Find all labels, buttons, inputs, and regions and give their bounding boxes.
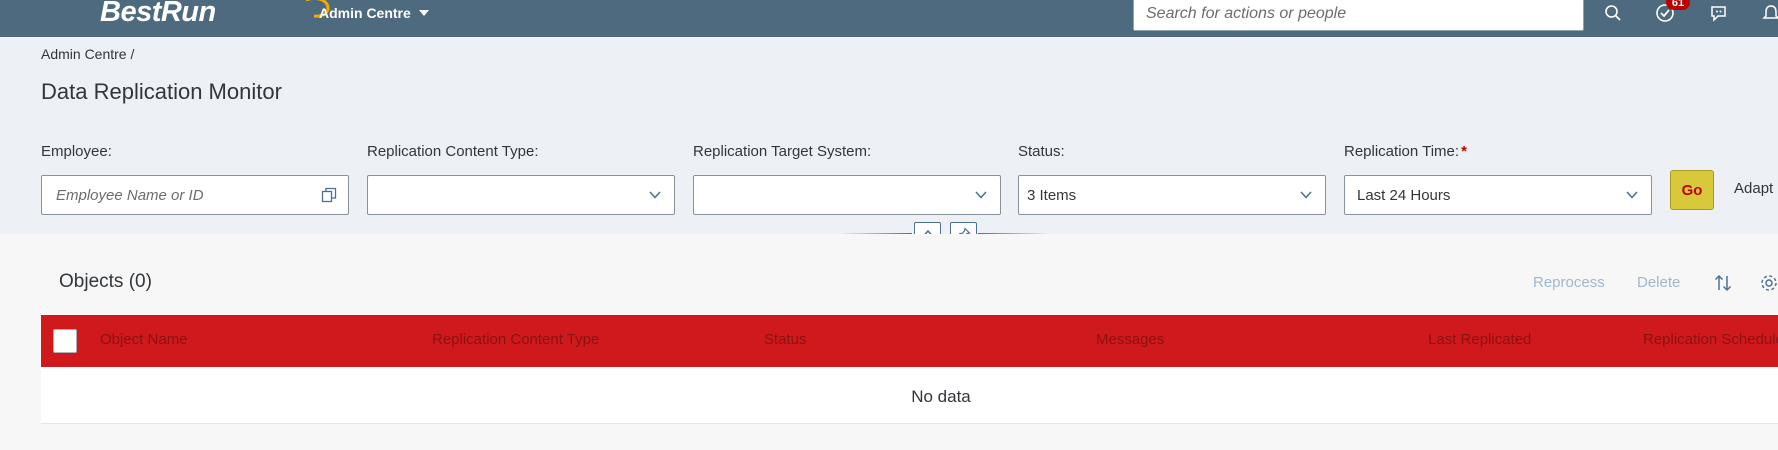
filter-employee: Employee: — [41, 143, 349, 215]
replication-time-label-text: Replication Time: — [1344, 143, 1460, 160]
go-button[interactable]: Go — [1670, 170, 1714, 210]
search-icon — [1605, 5, 1621, 21]
value-help-icon[interactable] — [320, 186, 338, 204]
search-button[interactable] — [1598, 0, 1628, 26]
employee-input[interactable] — [56, 186, 320, 204]
status-value: 3 Items — [1027, 186, 1077, 204]
feedback-button[interactable] — [1704, 0, 1734, 26]
table-title: Objects (0) — [59, 271, 152, 292]
sort-button[interactable] — [1710, 271, 1736, 295]
breadcrumb-separator: / — [130, 46, 135, 62]
table-empty-row: No data — [41, 367, 1778, 424]
filter-status: Status: 3 Items — [1018, 143, 1326, 215]
chevron-down-icon — [972, 186, 990, 204]
logo-swoosh — [306, 0, 330, 18]
shell-menu-label: Admin Centre — [319, 5, 411, 21]
chevron-down-icon — [1623, 186, 1641, 204]
filter-content-type-label: Replication Content Type: — [367, 143, 539, 160]
status-multiselect[interactable]: 3 Items — [1018, 175, 1326, 215]
filter-employee-label: Employee: — [41, 143, 112, 160]
gear-icon — [1761, 275, 1777, 291]
page-title: Data Replication Monitor — [41, 79, 282, 104]
shell-search-input[interactable] — [1146, 5, 1571, 23]
brand-name: BestRun — [100, 0, 216, 28]
replication-time-select[interactable]: Last 24 Hours — [1344, 175, 1652, 215]
column-header-replication-schedule[interactable]: Replication Schedule — [1643, 331, 1778, 348]
filter-status-label: Status: — [1018, 143, 1065, 160]
filter-target-system: Replication Target System: — [693, 143, 1001, 215]
column-header-object-name[interactable]: Object Name — [100, 331, 188, 348]
content-type-select[interactable] — [367, 175, 675, 215]
filter-content-type: Replication Content Type: — [367, 143, 675, 215]
notification-badge: 61 — [1666, 0, 1690, 10]
notifications-button[interactable] — [1756, 0, 1778, 26]
caret-down-icon — [418, 10, 429, 16]
shell-bar: BestRun Admin Centre 61 — [0, 0, 1778, 37]
filter-replication-time: Replication Time: * Last 24 Hours — [1344, 143, 1652, 215]
column-header-messages[interactable]: Messages — [1096, 331, 1164, 348]
shell-menu-button[interactable]: Admin Centre — [319, 3, 429, 23]
table-header: Object Name Replication Content Type Sta… — [41, 315, 1778, 367]
filter-target-system-label: Replication Target System: — [693, 143, 872, 160]
column-header-content-type[interactable]: Replication Content Type — [432, 331, 599, 348]
bell-icon — [1762, 5, 1778, 19]
delete-button[interactable]: Delete — [1637, 274, 1680, 291]
reprocess-button[interactable]: Reprocess — [1533, 274, 1605, 291]
settings-button[interactable] — [1756, 271, 1778, 295]
select-all-checkbox[interactable] — [53, 329, 77, 353]
required-mark: * — [1461, 143, 1467, 160]
table-section: Objects (0) Reprocess Delete Object Name… — [0, 234, 1778, 450]
chevron-down-icon — [1297, 186, 1315, 204]
page-header: Admin Centre / Data Replication Monitor … — [0, 37, 1778, 234]
employee-field[interactable] — [41, 175, 349, 215]
sort-icon — [1714, 274, 1732, 292]
column-header-last-replicated[interactable]: Last Replicated — [1428, 331, 1531, 348]
chevron-down-icon — [646, 186, 664, 204]
adapt-filters-button[interactable]: Adapt — [1734, 180, 1773, 197]
no-data-text: No data — [911, 387, 971, 406]
shell-search-field[interactable] — [1133, 0, 1584, 31]
breadcrumb-admin-centre[interactable]: Admin Centre — [41, 46, 127, 62]
replication-time-value: Last 24 Hours — [1357, 186, 1451, 204]
breadcrumb: Admin Centre / — [41, 46, 134, 62]
filter-replication-time-label: Replication Time: * — [1344, 143, 1652, 163]
target-system-select[interactable] — [693, 175, 1001, 215]
feedback-icon — [1711, 6, 1726, 22]
column-header-status[interactable]: Status — [764, 331, 807, 348]
